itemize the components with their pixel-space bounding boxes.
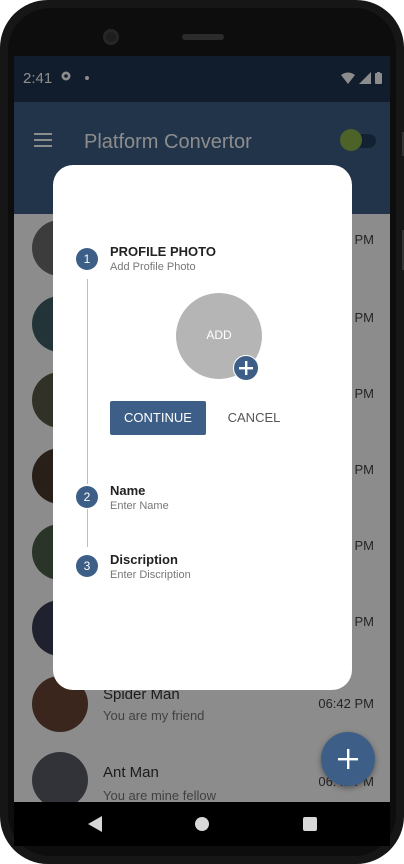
cancel-button[interactable]: CANCEL xyxy=(223,401,285,435)
add-contact-button[interactable] xyxy=(321,732,375,786)
back-icon[interactable] xyxy=(88,816,102,832)
step-title-profile-photo[interactable]: PROFILE PHOTO xyxy=(110,244,216,259)
app-screen: 2:41 Platform Convertor S xyxy=(14,56,390,802)
step-number-1: 1 xyxy=(76,248,98,270)
step-number-3: 3 xyxy=(76,555,98,577)
add-contact-dialog: 1 PROFILE PHOTO Add Profile Photo ADD CO… xyxy=(53,165,352,690)
continue-button[interactable]: CONTINUE xyxy=(110,401,206,435)
add-photo-button[interactable] xyxy=(233,355,259,381)
earpiece-speaker xyxy=(182,34,224,40)
home-icon[interactable] xyxy=(195,817,209,831)
step-connector xyxy=(87,279,88,484)
step-number-2: 2 xyxy=(76,486,98,508)
step-title-description[interactable]: Discription xyxy=(110,552,178,567)
recents-icon[interactable] xyxy=(303,817,317,831)
add-icon xyxy=(338,749,358,769)
step-subtitle: Enter Discription xyxy=(110,569,191,581)
step-subtitle: Enter Name xyxy=(110,500,169,512)
add-photo-label: ADD xyxy=(206,328,232,342)
step-title-name[interactable]: Name xyxy=(110,483,145,498)
step-subtitle: Add Profile Photo xyxy=(110,261,196,273)
front-camera xyxy=(103,29,119,45)
step-connector xyxy=(87,509,88,547)
plus-icon xyxy=(239,361,253,375)
navigation-bar xyxy=(14,802,390,846)
